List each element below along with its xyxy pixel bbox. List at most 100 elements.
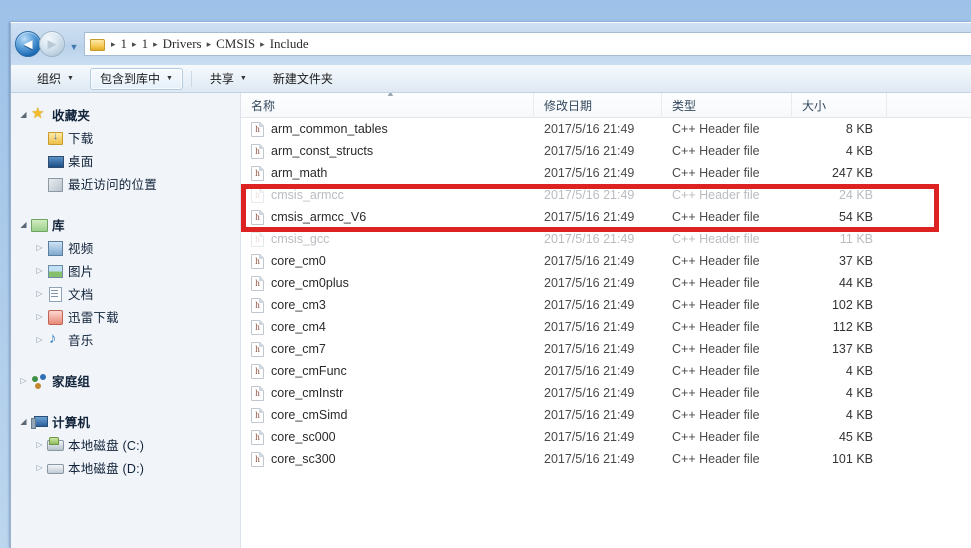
table-row[interactable]: core_sc300 2017/5/16 21:49 C++ Header file… (241, 448, 971, 470)
twisty-collapsed-icon[interactable]: ▷ (33, 312, 46, 321)
file-list-pane[interactable]: 名称 ▲ 修改日期 类型 大小 arm_common_tables 2017/5/… (241, 93, 971, 548)
table-row[interactable]: arm_common_tables 2017/5/16 21:49 C++ Head… (241, 118, 971, 140)
file-name-label: core_cm4 (271, 320, 326, 334)
table-row[interactable]: arm_const_structs 2017/5/16 21:49 C++ Head… (241, 140, 971, 162)
file-size-cell: 247 KB (831, 166, 873, 180)
file-size-cell: 4 KB (845, 386, 873, 400)
twisty-expanded-icon[interactable]: ◢ (17, 417, 30, 426)
file-name-label: core_cm3 (271, 298, 326, 312)
sidebar-item-documents[interactable]: ▷ 文档 (11, 282, 240, 305)
column-header-type[interactable]: 类型 (662, 93, 792, 118)
back-button[interactable]: ◄ (15, 31, 41, 57)
table-row[interactable]: core_cm3 2017/5/16 21:49 C++ Header file 10… (241, 294, 971, 316)
sidebar-item-drive-d[interactable]: ▷ 本地磁盘 (D:) (11, 456, 240, 479)
sidebar-item-computer[interactable]: ◢ 计算机 (11, 410, 240, 433)
sidebar-item-homegroup[interactable]: ▷ 家庭组 (11, 369, 240, 392)
file-name-label: arm_common_tables (271, 122, 388, 136)
include-in-library-button[interactable]: 包含到库中 ▼ (89, 67, 183, 90)
h-header-file-icon (251, 143, 264, 159)
table-row[interactable]: core_cmSimd 2017/5/16 21:49 C++ Header fil… (241, 404, 971, 426)
sidebar-item-pictures[interactable]: ▷ 图片 (11, 259, 240, 282)
file-name-label: arm_const_structs (271, 144, 374, 158)
h-header-file-icon (251, 231, 264, 247)
organize-button[interactable]: 组织 ▼ (27, 68, 84, 90)
file-name-cell: cmsis_armcc_V6 (241, 209, 534, 225)
navigation-pane[interactable]: ◢ 收藏夹 下载 桌面 最近访问的位置 (11, 93, 241, 548)
file-name-cell: core_cm7 (241, 341, 534, 357)
recent-locations-dropdown[interactable]: ▼ (66, 34, 82, 54)
twisty-collapsed-icon[interactable]: ▷ (33, 463, 46, 472)
file-type-cell: C++ Header file (672, 188, 760, 202)
new-folder-button[interactable]: 新建文件夹 (263, 68, 343, 90)
h-header-file-icon (251, 253, 264, 269)
file-size-cell: 24 KB (838, 188, 873, 202)
twisty-collapsed-icon[interactable]: ▷ (33, 289, 46, 298)
breadcrumb-item-cmsis[interactable]: CMSIS (214, 36, 257, 52)
sidebar-item-downloads[interactable]: 下载 (11, 126, 240, 149)
h-header-file-icon (251, 297, 264, 313)
sidebar-item-libraries[interactable]: ◢ 库 (11, 213, 240, 236)
twisty-collapsed-icon[interactable]: ▷ (33, 243, 46, 252)
twisty-expanded-icon[interactable]: ◢ (17, 220, 30, 229)
column-header-filler (887, 93, 971, 118)
file-date-cell: 2017/5/16 21:49 (544, 166, 635, 180)
nav-group-favorites: ◢ 收藏夹 下载 桌面 最近访问的位置 (11, 103, 240, 195)
table-row[interactable]: cmsis_armcc_V6 2017/5/16 21:49 C++ Header … (241, 206, 971, 228)
table-row[interactable]: core_cm4 2017/5/16 21:49 C++ Header file 11… (241, 316, 971, 338)
file-name-cell: core_sc300 (241, 451, 534, 467)
sidebar-item-favorites[interactable]: ◢ 收藏夹 (11, 103, 240, 126)
column-header-name[interactable]: 名称 ▲ (241, 93, 534, 118)
file-size-cell: 4 KB (845, 408, 873, 422)
drive-c-icon (46, 436, 64, 453)
table-row[interactable]: core_cm0 2017/5/16 21:49 C++ Header file 37… (241, 250, 971, 272)
sidebar-item-videos[interactable]: ▷ 视频 (11, 236, 240, 259)
twisty-collapsed-icon[interactable]: ▷ (33, 440, 46, 449)
breadcrumb-item-2[interactable]: 1 (140, 36, 151, 52)
file-name-cell: core_cm3 (241, 297, 534, 313)
file-size-cell: 102 KB (831, 298, 873, 312)
file-size-cell: 45 KB (838, 430, 873, 444)
table-row[interactable]: core_cmFunc 2017/5/16 21:49 C++ Header fil… (241, 360, 971, 382)
file-name-cell: core_cm0plus (241, 275, 534, 291)
sidebar-item-recent-places[interactable]: 最近访问的位置 (11, 172, 240, 195)
sidebar-item-xunlei-download[interactable]: ▷ 迅雷下载 (11, 305, 240, 328)
file-date-cell: 2017/5/16 21:49 (544, 232, 635, 246)
file-type-cell: C++ Header file (672, 386, 760, 400)
desktop-icon (46, 153, 64, 169)
download-folder-icon (46, 130, 64, 146)
table-row[interactable]: core_cmInstr 2017/5/16 21:49 C++ Header fi… (241, 382, 971, 404)
computer-icon (30, 414, 48, 430)
table-row[interactable]: core_cm0plus 2017/5/16 21:49 C++ Header fi… (241, 272, 971, 294)
sidebar-item-music[interactable]: ▷ 音乐 (11, 328, 240, 351)
forward-button[interactable]: ► (39, 31, 65, 57)
sidebar-item-desktop[interactable]: 桌面 (11, 149, 240, 172)
file-name-cell: core_cmSimd (241, 407, 534, 423)
twisty-expanded-icon[interactable]: ◢ (17, 110, 30, 119)
sidebar-label-recent-places: 最近访问的位置 (68, 178, 157, 192)
twisty-collapsed-icon[interactable]: ▷ (33, 266, 46, 275)
twisty-collapsed-icon[interactable]: ▷ (17, 376, 30, 385)
breadcrumb-item-include[interactable]: Include (268, 36, 311, 52)
breadcrumb-item-1[interactable]: 1 (119, 36, 130, 52)
file-rows: arm_common_tables 2017/5/16 21:49 C++ Head… (241, 118, 971, 470)
table-row[interactable]: core_sc000 2017/5/16 21:49 C++ Header file… (241, 426, 971, 448)
h-header-file-icon (251, 121, 264, 137)
file-name-cell: core_cm0 (241, 253, 534, 269)
twisty-collapsed-icon[interactable]: ▷ (33, 335, 46, 344)
file-date-cell: 2017/5/16 21:49 (544, 408, 635, 422)
table-row[interactable]: arm_math 2017/5/16 21:49 C++ Header file 24… (241, 162, 971, 184)
table-row[interactable]: cmsis_armcc 2017/5/16 21:49 C++ Header fil… (241, 184, 971, 206)
column-header-date-modified[interactable]: 修改日期 (534, 93, 662, 118)
table-row[interactable]: core_cm7 2017/5/16 21:49 C++ Header file 13… (241, 338, 971, 360)
sidebar-item-drive-c[interactable]: ▷ 本地磁盘 (C:) (11, 433, 240, 456)
file-name-label: core_cmFunc (271, 364, 347, 378)
share-button[interactable]: 共享 ▼ (200, 68, 257, 90)
table-row[interactable]: cmsis_gcc 2017/5/16 21:49 C++ Header file 1… (241, 228, 971, 250)
breadcrumb-item-drivers[interactable]: Drivers (161, 36, 204, 52)
h-header-file-icon (251, 165, 264, 181)
navigation-bar: ◄ ► ▼ ▸ 1 ▸ 1 ▸ Drivers ▸ CMSIS ▸ Includ… (11, 23, 971, 65)
column-header-size[interactable]: 大小 (792, 93, 887, 118)
column-header-type-label: 类型 (672, 98, 697, 113)
address-bar[interactable]: ▸ 1 ▸ 1 ▸ Drivers ▸ CMSIS ▸ Include (84, 32, 971, 56)
